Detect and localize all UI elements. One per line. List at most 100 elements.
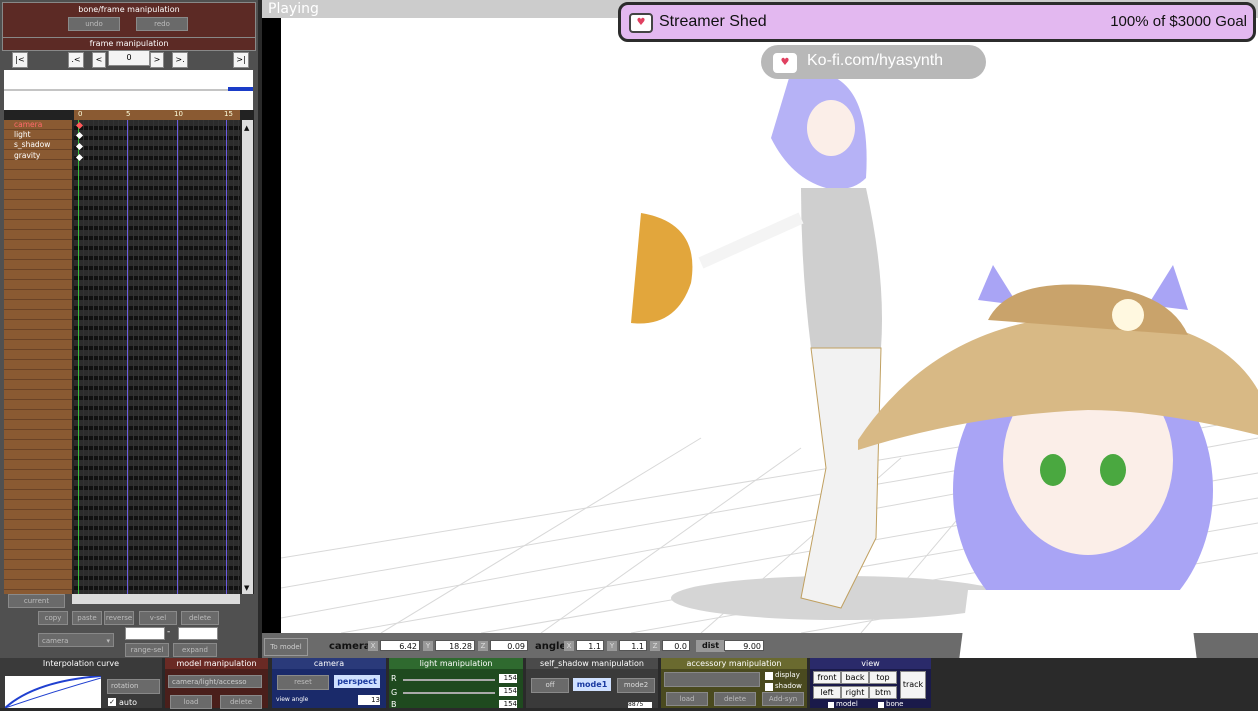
prev-key-button[interactable]: .< <box>68 52 84 68</box>
model-select[interactable]: camera/light/accesso <box>168 675 262 688</box>
perspective-button[interactable]: perspect <box>334 675 380 688</box>
bone-frame-panel: bone/frame manipulation undo redo frame … <box>0 0 258 658</box>
first-frame-button[interactable]: |< <box>12 52 28 68</box>
camera-z-field[interactable]: 0.09 <box>490 640 528 651</box>
camera-x-field[interactable]: 6.42 <box>380 640 420 651</box>
range-sel-button[interactable]: range-sel <box>125 643 169 657</box>
view-angle-field[interactable]: 13 <box>358 695 380 705</box>
bone-view-label: bone <box>886 700 904 708</box>
interpolation-curve-graph[interactable] <box>4 675 102 709</box>
undo-button[interactable]: undo <box>68 17 120 31</box>
accessory-select[interactable] <box>664 672 760 687</box>
range-start-input[interactable] <box>125 627 165 640</box>
green-label: G <box>391 688 398 697</box>
delete-frame-button[interactable]: delete <box>181 611 219 625</box>
kofi-link-pill[interactable]: ♥ Ko-fi.com/hyasynth <box>761 45 986 79</box>
bone-frame-title: bone/frame manipulation <box>78 5 180 14</box>
green-value[interactable]: 154 <box>499 687 517 696</box>
expand-button[interactable]: expand <box>173 643 217 657</box>
accessory-load-button[interactable]: load <box>666 692 708 706</box>
view-right-button[interactable]: right <box>841 686 869 699</box>
camera-y-axis: Y <box>423 641 433 651</box>
scroll-up-icon[interactable]: ▲ <box>244 124 249 132</box>
display-checkbox[interactable] <box>765 672 773 680</box>
track-label-camera[interactable]: camera <box>14 120 42 130</box>
track-select-value: camera <box>42 637 69 645</box>
timeline-grid[interactable] <box>74 120 240 594</box>
playhead[interactable] <box>78 120 79 594</box>
view-top-button[interactable]: top <box>869 671 897 684</box>
range-end-input[interactable] <box>178 627 218 640</box>
red-slider[interactable] <box>403 679 495 681</box>
last-frame-button[interactable]: >| <box>233 52 249 68</box>
view-front-button[interactable]: front <box>813 671 841 684</box>
self-shadow-title: self_shadow manipulation <box>526 658 658 669</box>
copy-button[interactable]: copy <box>38 611 68 625</box>
blue-value[interactable]: 154 <box>499 700 517 708</box>
model-delete-button[interactable]: delete <box>220 695 262 709</box>
camera-panel-title: camera <box>272 658 386 669</box>
track-label-light[interactable]: light <box>14 130 31 140</box>
view-bottom-button[interactable]: btm <box>869 686 897 699</box>
red-value[interactable]: 154 <box>499 674 517 683</box>
shadow-checkbox[interactable] <box>765 683 773 691</box>
model-select-value: camera/light/accesso <box>172 678 247 686</box>
prev-frame-button[interactable]: < <box>92 52 106 68</box>
track-label-gravity[interactable]: gravity <box>14 151 40 161</box>
paste-button[interactable]: paste <box>72 611 102 625</box>
light-panel: light manipulation R 154 G 154 B 154 <box>389 658 523 709</box>
add-syn-button[interactable]: Add-syn <box>762 692 804 706</box>
interpolation-select[interactable]: rotation <box>107 679 160 694</box>
timeline[interactable]: 0 5 10 15 camera light s_shadow gravity … <box>4 110 254 594</box>
dist-label: dist <box>696 640 726 652</box>
next-frame-button[interactable]: > <box>150 52 164 68</box>
shadow-distance-field[interactable]: 8875 <box>628 702 652 708</box>
red-label: R <box>391 674 397 683</box>
current-button[interactable]: current <box>8 594 65 608</box>
next-key-button[interactable]: >. <box>172 52 188 68</box>
green-slider[interactable] <box>403 692 495 694</box>
interpolation-panel: Interpolation curve rotation ✓ auto <box>0 658 162 709</box>
timeline-scrollbar[interactable]: ▲ ▼ <box>242 120 253 594</box>
v-sel-button[interactable]: v-sel <box>139 611 177 625</box>
angle-x-field[interactable]: 1.1 <box>576 640 604 651</box>
model-manipulation-title: model manipulation <box>165 658 268 669</box>
camera-y-field[interactable]: 18.28 <box>435 640 475 651</box>
dist-field[interactable]: 9.00 <box>724 640 764 651</box>
track-select[interactable]: camera ▾ <box>38 633 114 647</box>
self-shadow-panel: self_shadow manipulation off mode1 mode2… <box>526 658 658 708</box>
view-left-button[interactable]: left <box>813 686 841 699</box>
angle-y-field[interactable]: 1.1 <box>619 640 647 651</box>
camera-panel: camera reset perspect view angle 13 <box>272 658 386 708</box>
shadow-mode1-button[interactable]: mode1 <box>573 678 611 691</box>
to-model-button[interactable]: To model <box>264 638 308 656</box>
scroll-down-icon[interactable]: ▼ <box>244 584 249 592</box>
dancer-model[interactable] <box>631 73 882 609</box>
angle-label: angle <box>535 641 567 652</box>
camera-z-axis: Z <box>478 641 488 651</box>
reverse-button[interactable]: reverse <box>104 611 134 625</box>
kofi-cup-icon: ♥ <box>629 13 653 33</box>
kofi-link-text[interactable]: Ko-fi.com/hyasynth <box>807 52 943 70</box>
shadow-mode2-button[interactable]: mode2 <box>617 678 655 693</box>
view-back-button[interactable]: back <box>841 671 869 684</box>
auto-checkbox[interactable]: ✓ <box>108 698 116 706</box>
bone-frame-header: bone/frame manipulation <box>2 2 256 38</box>
model-load-button[interactable]: load <box>170 695 212 709</box>
frame-number-input[interactable]: 0 <box>108 50 150 66</box>
shadow-off-button[interactable]: off <box>531 678 569 693</box>
camera-label: camera <box>329 641 371 652</box>
ruler-tick: 15 <box>224 110 233 118</box>
horizontal-scrollbar[interactable] <box>72 594 240 604</box>
bone-view-checkbox[interactable] <box>878 702 884 708</box>
view-track-button[interactable]: track <box>900 671 926 699</box>
track-label-shadow[interactable]: s_shadow <box>14 140 50 150</box>
accessory-delete-button[interactable]: delete <box>714 692 756 706</box>
grid-marker <box>177 120 178 594</box>
angle-z-field[interactable]: 0.0 <box>662 640 690 651</box>
redo-button[interactable]: redo <box>136 17 188 31</box>
audio-waveform <box>4 70 253 110</box>
model-view-checkbox[interactable] <box>828 702 834 708</box>
chevron-down-icon: ▾ <box>106 637 110 645</box>
camera-reset-button[interactable]: reset <box>277 675 329 690</box>
